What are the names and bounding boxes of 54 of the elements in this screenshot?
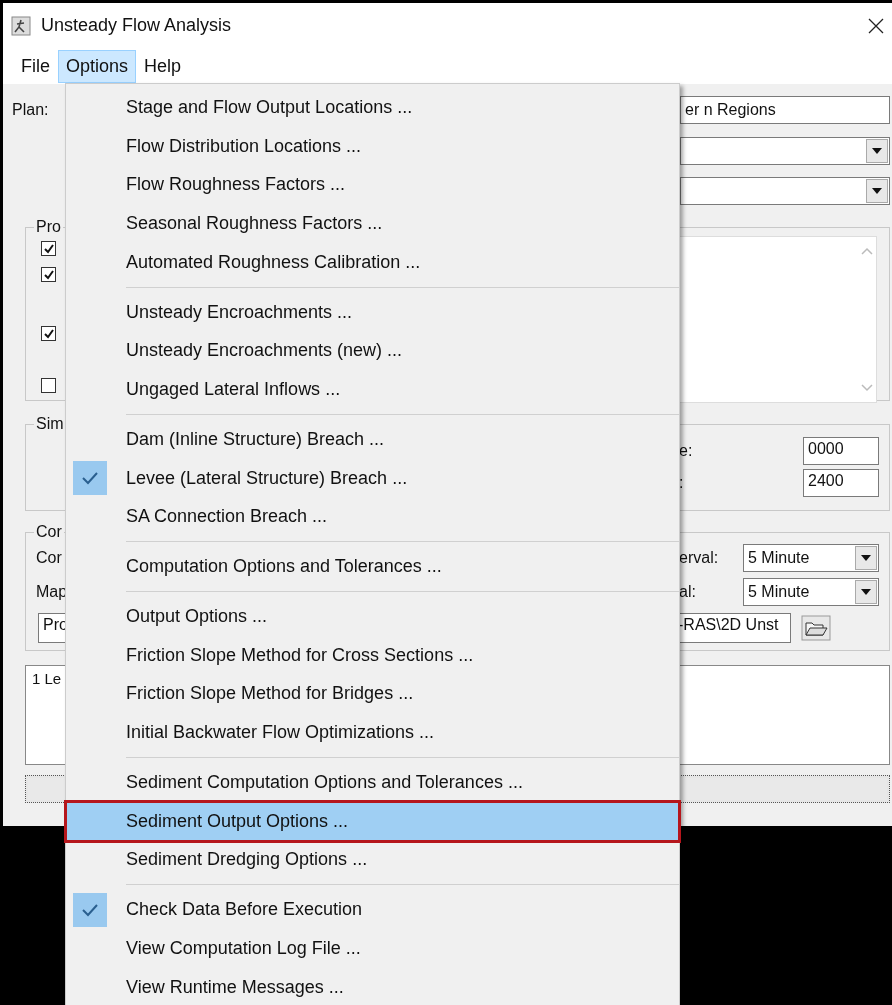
menu-option[interactable]: Ungaged Lateral Inflows ... [66,370,679,409]
group-label: Cor [35,523,63,541]
figure-icon [11,15,31,36]
dropdown[interactable] [680,177,890,205]
menu-item[interactable]: Options [58,49,137,83]
plan-field[interactable]: er n Regions [680,96,890,124]
close-icon[interactable] [868,17,884,34]
menu-option[interactable]: Sediment Dredging Options ... [66,840,679,880]
menu-option[interactable]: Computation Options and Tolerances ... [66,547,679,586]
field-label: e: [679,442,693,460]
time-field[interactable]: 2400 [803,469,879,497]
checkbox[interactable] [41,267,56,282]
menu-option[interactable]: Sediment Computation Options and Tolerances ... [66,763,679,802]
log-text: 1 Le [32,670,62,687]
dropdown-arrow-icon [872,188,882,194]
menu-option[interactable]: Friction Slope Method for Bridges ... [66,674,679,714]
menu-option[interactable]: Unsteady Encroachments ... [66,292,679,332]
window-title: Unsteady Flow Analysis [41,15,233,36]
field-label: : [679,474,684,492]
plan-label: Plan: [12,101,49,119]
field-label: Cor [36,549,62,567]
dropdown-arrow-icon [861,555,871,561]
interval-label: al: [679,583,697,601]
menu-option[interactable]: Levee (Lateral Structure) Breach ... [66,458,679,498]
menu-option[interactable]: SA Connection Breach ... [66,497,679,537]
folder-icon[interactable] [801,615,831,641]
interval-dropdown[interactable]: 5 Minute [743,544,879,572]
menu-option[interactable]: Flow Distribution Locations ... [66,126,679,166]
checkbox[interactable] [41,326,56,341]
menu-option[interactable]: View Runtime Messages ... [66,967,679,1005]
menu-option[interactable]: Check Data Before Execution [66,890,679,929]
dropdown-value: 5 Minute [748,583,810,601]
menu-option[interactable]: Sediment Output Options ... [66,801,679,841]
interval-dropdown[interactable]: 5 Minute [743,578,879,606]
menu-option[interactable]: Initial Backwater Flow Optimizations ... [66,713,679,752]
dropdown-arrow-icon [872,148,882,154]
menu-option[interactable]: Unsteady Encroachments (new) ... [66,331,679,371]
menu-option[interactable]: Seasonal Roughness Factors ... [66,204,679,243]
dropdown[interactable] [680,137,890,165]
menu-option[interactable]: Flow Roughness Factors ... [66,165,679,205]
menu-item[interactable]: File [13,49,58,83]
menu-option[interactable]: Automated Roughness Calibration ... [66,243,679,282]
interval-label: erval: [679,549,720,567]
checkbox[interactable] [41,378,56,393]
group-label: Pro [35,218,62,236]
group-label: Sim [35,415,65,433]
menu-option[interactable]: View Computation Log File ... [66,929,679,968]
menu-option[interactable]: Stage and Flow Output Locations ... [66,88,679,127]
menu-option[interactable]: Dam (Inline Structure) Breach ... [66,420,679,459]
checkbox[interactable] [41,241,56,256]
dropdown-arrow-icon [861,589,871,595]
dropdown-value: 5 Minute [748,549,810,567]
menu-item[interactable]: Help [136,49,190,83]
time-field[interactable]: 0000 [803,437,879,465]
